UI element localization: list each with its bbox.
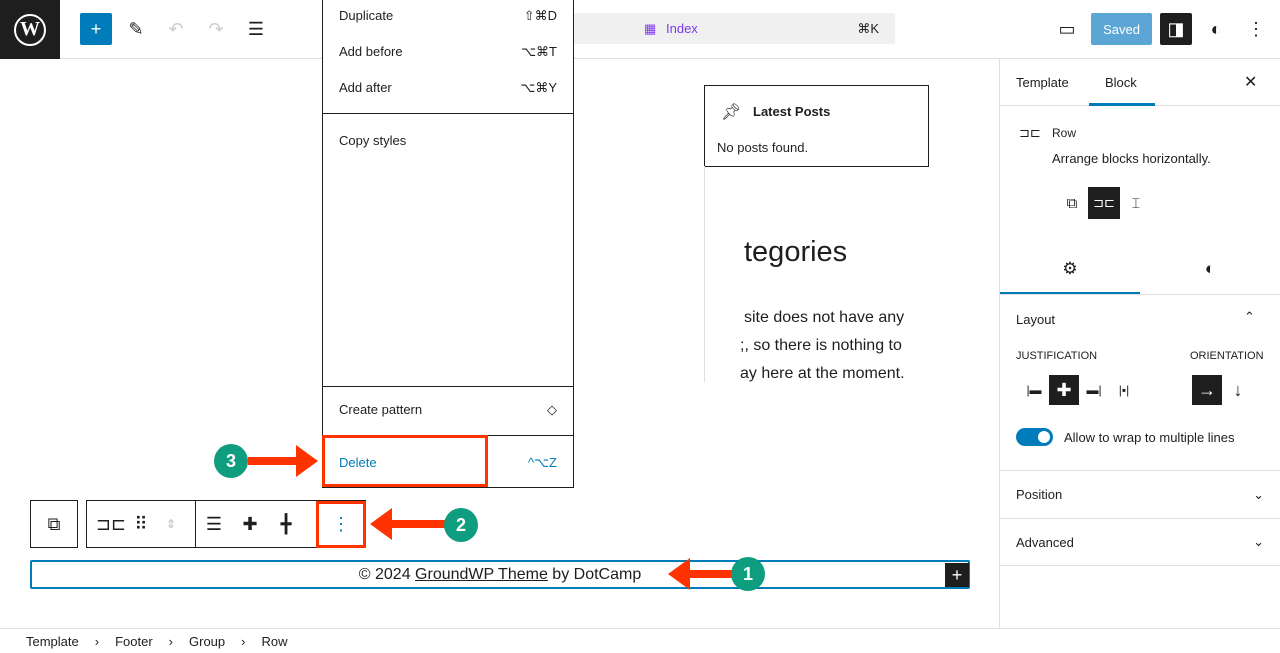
row-block-icon: ⊐⊏ — [1019, 125, 1041, 140]
options-menu-icon[interactable]: ⋮ — [1244, 13, 1268, 45]
styles-contrast-icon[interactable]: ◐ — [1198, 257, 1222, 281]
text-line: site does not have any — [744, 309, 905, 326]
command-palette-button[interactable]: ▦ Index ⌘K — [574, 13, 895, 44]
menu-item-add-before[interactable]: Add before ⌥⌘T — [339, 44, 557, 60]
copyright-text: © 2024 — [358, 566, 416, 583]
undo-icon[interactable]: ↶ — [164, 13, 188, 45]
chevron-down-icon: ⌄ — [1253, 486, 1264, 502]
breadcrumb: Template › Footer › Group › Row — [0, 628, 1280, 653]
breadcrumb-group[interactable]: Group — [189, 634, 225, 649]
no-posts-text: No posts found. — [717, 140, 809, 155]
block-description: Arrange blocks horizontally. — [1052, 151, 1211, 166]
move-up-down-icon[interactable]: ⇕ — [147, 517, 195, 531]
justify-center-icon[interactable]: ✚ — [1049, 375, 1079, 405]
justification-label: JUSTIFICATION — [1016, 350, 1098, 362]
text-line: ay here at the moment. — [740, 365, 905, 382]
theme-link[interactable]: GroundWP Theme — [415, 566, 548, 583]
annotation-badge-2: 2 — [444, 508, 478, 542]
menu-item-add-after[interactable]: Add after ⌥⌘Y — [339, 80, 557, 96]
command-label: Index — [666, 21, 698, 36]
template-icon: ▦ — [644, 21, 657, 36]
position-panel[interactable]: Position ⌄ — [1000, 470, 1280, 518]
vertical-align-icon[interactable]: ╋ — [268, 514, 304, 535]
stack-variation-icon[interactable]: ⌶ — [1124, 187, 1148, 219]
saved-button[interactable]: Saved — [1091, 13, 1152, 45]
justify-right-icon[interactable]: ▬| — [1082, 375, 1106, 405]
orientation-label: ORIENTATION — [1190, 350, 1264, 362]
footer-row-block[interactable]: © 2024 GroundWP Theme by DotCamp — [30, 560, 970, 589]
menu-item-create-pattern[interactable]: Create pattern ◇ — [339, 402, 557, 418]
add-block-inline-icon[interactable]: + — [945, 563, 969, 587]
tab-template[interactable]: Template — [1016, 75, 1069, 90]
categories-heading: tegories — [744, 236, 848, 268]
justify-icon[interactable]: ☰ — [196, 514, 232, 535]
edit-tool-icon[interactable]: ✎ — [124, 13, 148, 45]
latest-posts-block[interactable]: 📌︎ Latest Posts No posts found. — [704, 85, 929, 167]
command-shortcut: ⌘K — [857, 21, 879, 36]
add-block-button[interactable]: + — [80, 13, 112, 45]
pattern-icon: ◇ — [547, 402, 557, 417]
row-icon[interactable]: ⊐⊏ — [87, 514, 135, 535]
preview-device-icon[interactable]: ▭ — [1055, 13, 1079, 45]
wrap-label: Allow to wrap to multiple lines — [1064, 430, 1235, 445]
breadcrumb-row[interactable]: Row — [262, 634, 288, 649]
pin-icon: 📌︎ — [721, 104, 742, 121]
advanced-panel[interactable]: Advanced ⌄ — [1000, 518, 1280, 566]
author-text: by DotCamp — [547, 566, 642, 583]
list-view-icon[interactable]: ☰ — [244, 13, 268, 45]
block-name: Row — [1052, 126, 1077, 140]
breadcrumb-footer[interactable]: Footer — [115, 634, 153, 649]
drag-handle-icon[interactable]: ⠿ — [134, 514, 147, 535]
settings-gear-icon[interactable]: ⚙ — [1058, 257, 1082, 281]
orientation-vertical-icon[interactable]: ↓ — [1226, 375, 1250, 405]
annotation-box-delete — [322, 435, 488, 487]
categories-text: site does not have any ;, so there is no… — [740, 304, 905, 388]
block-options-menu: Duplicate ⇧⌘D Add before ⌥⌘T Add after ⌥⌘Y … — [322, 0, 574, 488]
redo-icon[interactable]: ↷ — [204, 13, 228, 45]
chevron-up-icon[interactable]: ⌃ — [1244, 309, 1255, 325]
tab-block[interactable]: Block — [1105, 75, 1137, 90]
text-line: ;, so there is nothing to — [740, 337, 902, 354]
parent-block-selector-icon[interactable]: ⧉ — [30, 500, 78, 548]
space-between-icon[interactable]: |▪| — [1112, 375, 1136, 405]
group-variation-icon[interactable]: ⧉ — [1060, 187, 1084, 219]
annotation-arrow-3 — [248, 457, 298, 465]
styles-icon[interactable]: ◐ — [1204, 13, 1228, 45]
orientation-horizontal-icon[interactable]: → — [1192, 375, 1222, 405]
annotation-box-options — [316, 501, 366, 548]
latest-posts-title: Latest Posts — [753, 104, 831, 119]
wordpress-icon: W — [14, 13, 46, 46]
annotation-badge-3: 3 — [214, 444, 248, 478]
justify-left-icon[interactable]: |▬ — [1022, 375, 1046, 405]
settings-sidebar-toggle-icon[interactable]: ◨ — [1160, 13, 1192, 45]
layout-panel-title[interactable]: Layout — [1016, 312, 1055, 327]
wrap-toggle[interactable] — [1016, 428, 1053, 446]
annotation-arrow-2 — [390, 520, 450, 528]
breadcrumb-template[interactable]: Template — [26, 634, 79, 649]
chevron-down-icon: ⌄ — [1253, 534, 1264, 549]
menu-item-duplicate[interactable]: Duplicate ⇧⌘D — [339, 8, 557, 24]
menu-item-copy-styles[interactable]: Copy styles — [339, 133, 557, 148]
close-icon[interactable]: ✕ — [1244, 72, 1257, 92]
annotation-badge-1: 1 — [731, 557, 765, 591]
settings-sidebar: Template Block ✕ ⊐⊏ Row Arrange blocks h… — [999, 59, 1280, 628]
row-variation-icon[interactable]: ⊐⊏ — [1088, 187, 1120, 219]
wordpress-logo-button[interactable]: W — [0, 0, 60, 59]
divider — [704, 166, 705, 382]
justify-center-icon[interactable]: ✚ — [232, 514, 268, 535]
